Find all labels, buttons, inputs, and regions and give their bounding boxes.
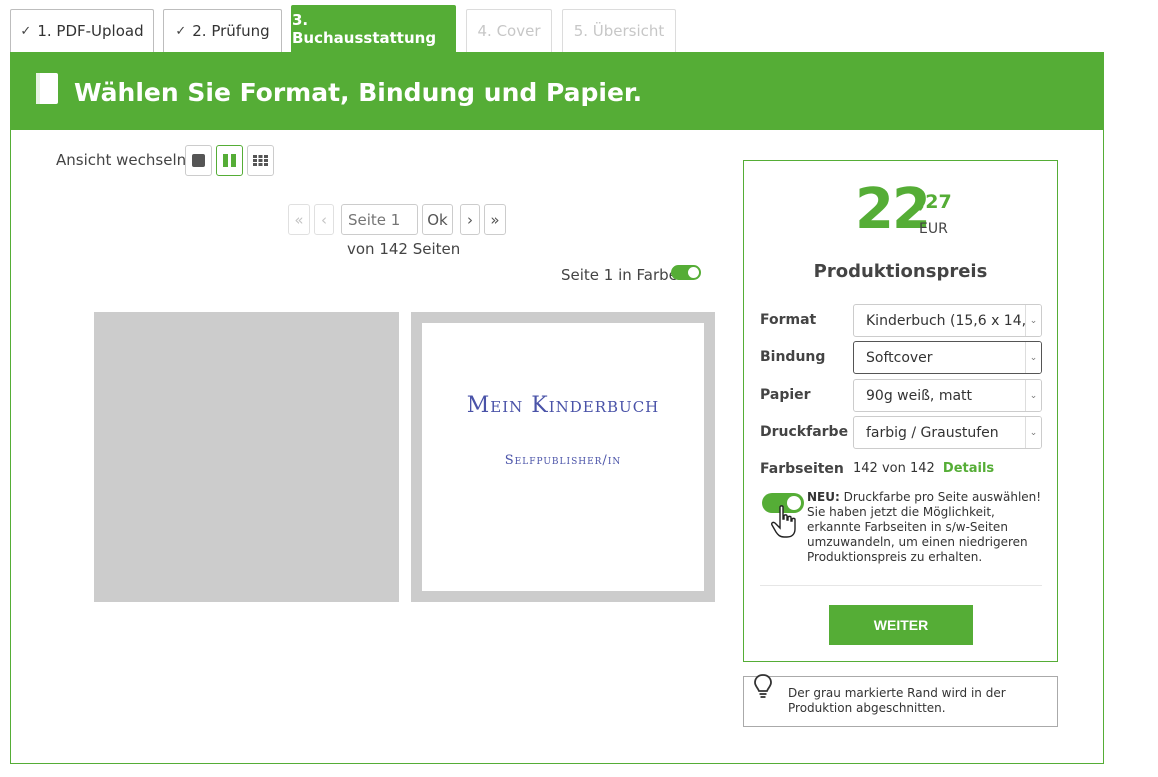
format-value: Kinderbuch (15,6 x 14,8 cm) (866, 312, 1026, 329)
weiter-button[interactable]: WEITER (829, 605, 973, 645)
bindung-value: Softcover (866, 349, 933, 366)
new-feature-text: NEU: Druckfarbe pro Seite auswählen! Sie… (807, 490, 1047, 565)
book-author: Selfpublisher/in (504, 453, 622, 468)
page-color-label: Seite 1 in Farbe (561, 266, 678, 284)
papier-value: 90g weiß, matt (866, 387, 973, 404)
check-icon: ✓ (175, 23, 187, 39)
druckfarbe-value: farbig / Graustufen (866, 424, 999, 441)
tab-label: 4. Cover (477, 22, 541, 40)
tab-label: 1. PDF-Upload (37, 22, 144, 40)
view-single-button[interactable] (185, 145, 212, 176)
tab-label: 2. Prüfung (192, 22, 270, 40)
single-page-icon (192, 154, 205, 167)
panel-divider (760, 585, 1042, 586)
hint-text: Der grau markierte Rand wird in der Prod… (788, 686, 1006, 715)
druckfarbe-select[interactable]: farbig / Graustufen ⌄ (853, 416, 1042, 449)
page-count: von 142 Seiten (347, 240, 461, 258)
view-grid-button[interactable] (247, 145, 274, 176)
preview-page-right: Mein Kinderbuch Selfpublisher/in (411, 312, 715, 602)
tab-label: 3. Buchausstattung (292, 11, 437, 47)
format-select[interactable]: Kinderbuch (15,6 x 14,8 cm) ⌄ (853, 304, 1042, 337)
bindung-label: Bindung (760, 349, 826, 365)
farbseiten-row: 142 von 142 Details (853, 461, 994, 476)
trim-area: Mein Kinderbuch Selfpublisher/in (422, 323, 704, 591)
druckfarbe-label: Druckfarbe (760, 424, 849, 440)
page-color-toggle[interactable] (671, 265, 701, 280)
price-label: Produktionspreis (813, 261, 988, 282)
check-icon: ✓ (20, 23, 32, 39)
preview-page-left (94, 312, 399, 602)
tab-label: 5. Übersicht (573, 22, 665, 40)
last-page-button[interactable]: » (484, 204, 506, 235)
tab-cover: 4. Cover (466, 9, 552, 52)
prev-page-button[interactable]: ‹ (314, 204, 334, 235)
book-icon (36, 73, 58, 104)
tab-pruefung[interactable]: ✓ 2. Prüfung (163, 9, 282, 52)
price-decimals: ,27 (918, 191, 952, 213)
lightbulb-icon (754, 674, 772, 698)
papier-select[interactable]: 90g weiß, matt ⌄ (853, 379, 1042, 412)
book-title: Mein Kinderbuch (466, 393, 660, 418)
tab-buchausstattung[interactable]: 3. Buchausstattung (291, 5, 456, 52)
chevron-down-icon: ⌄ (1025, 380, 1041, 411)
price-currency: EUR (919, 221, 948, 237)
chevron-down-icon: ⌄ (1025, 305, 1041, 336)
bindung-select[interactable]: Softcover ⌄ (853, 341, 1042, 374)
details-link[interactable]: Details (943, 461, 994, 476)
grid-icon (253, 155, 268, 166)
farbseiten-label: Farbseiten (760, 461, 844, 477)
page-ok-button[interactable]: Ok (422, 204, 453, 235)
view-switch-label: Ansicht wechseln: (56, 151, 192, 169)
chevron-down-icon: ⌄ (1025, 342, 1041, 373)
page-number-input[interactable] (341, 204, 418, 235)
farbseiten-value: 142 von 142 (853, 461, 935, 476)
new-badge: NEU: (807, 490, 840, 504)
view-double-button[interactable] (216, 145, 243, 176)
chevron-down-icon: ⌄ (1025, 417, 1041, 448)
page-title: Wählen Sie Format, Bindung und Papier. (74, 78, 643, 107)
new-feature-description: Druckfarbe pro Seite auswählen! Sie habe… (807, 490, 1042, 564)
papier-label: Papier (760, 387, 811, 403)
section-header: Wählen Sie Format, Bindung und Papier. (10, 52, 1104, 130)
double-page-icon (223, 154, 236, 167)
tab-pdf-upload[interactable]: ✓ 1. PDF-Upload (10, 9, 154, 52)
hand-pointer-icon (771, 505, 796, 538)
format-label: Format (760, 312, 817, 328)
first-page-button[interactable]: « (288, 204, 310, 235)
tab-uebersicht: 5. Übersicht (562, 9, 676, 52)
next-page-button[interactable]: › (460, 204, 480, 235)
